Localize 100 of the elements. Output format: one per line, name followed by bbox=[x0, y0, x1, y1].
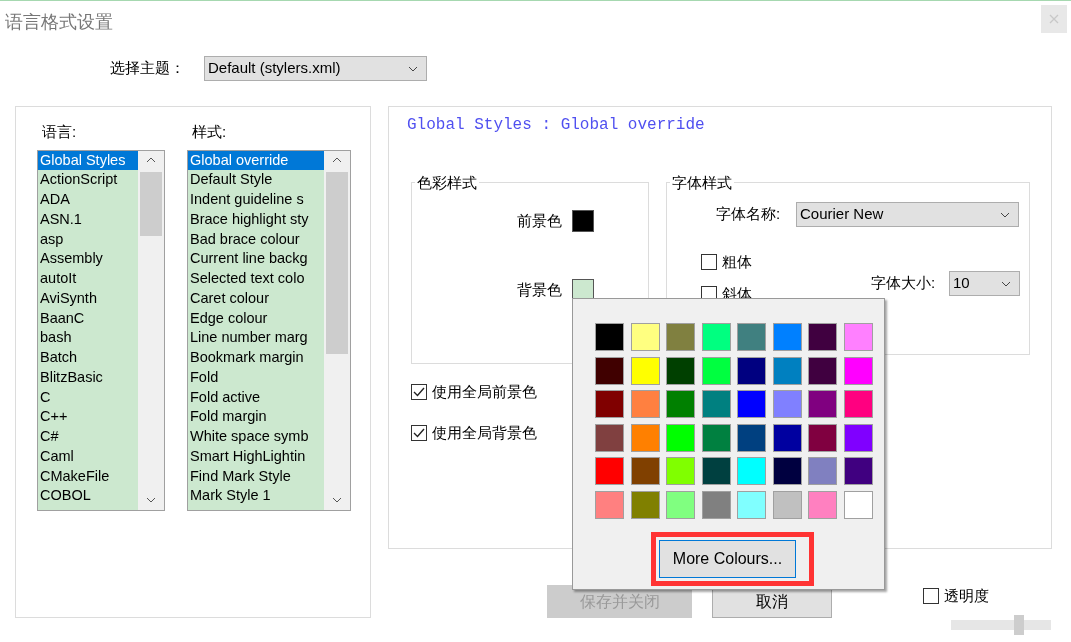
colour-swatch[interactable] bbox=[737, 490, 766, 519]
list-item[interactable]: Smart HighLightin bbox=[188, 446, 324, 467]
colour-swatch[interactable] bbox=[772, 490, 802, 519]
colour-swatch[interactable] bbox=[843, 390, 873, 418]
list-item[interactable]: Indent guideline s bbox=[188, 190, 324, 210]
colour-swatch[interactable] bbox=[737, 356, 766, 385]
colour-swatch[interactable] bbox=[595, 490, 624, 519]
colour-swatch[interactable] bbox=[630, 423, 660, 452]
colour-swatch[interactable] bbox=[630, 490, 660, 519]
list-item[interactable]: C++ bbox=[38, 407, 138, 427]
colour-swatch[interactable] bbox=[808, 356, 837, 385]
colour-swatch[interactable] bbox=[701, 457, 731, 485]
colour-swatch[interactable] bbox=[808, 390, 837, 418]
colour-swatch[interactable] bbox=[843, 323, 873, 351]
colour-swatch[interactable] bbox=[630, 457, 660, 485]
colour-swatch[interactable] bbox=[772, 356, 802, 385]
colour-swatch[interactable] bbox=[666, 390, 695, 418]
list-item[interactable]: Fold active bbox=[188, 387, 324, 408]
colour-swatch[interactable] bbox=[737, 423, 766, 452]
colour-swatch[interactable] bbox=[630, 390, 660, 418]
chevron-up-icon[interactable] bbox=[146, 156, 156, 163]
list-item[interactable]: Edge colour bbox=[188, 308, 324, 329]
colour-swatch[interactable] bbox=[595, 423, 624, 452]
colour-swatch[interactable] bbox=[666, 457, 695, 485]
checkbox[interactable] bbox=[411, 424, 427, 441]
list-item[interactable]: Bad brace colour bbox=[188, 229, 324, 250]
colour-swatch[interactable] bbox=[843, 457, 873, 485]
list-item[interactable]: Global override bbox=[188, 150, 324, 171]
list-item[interactable]: C# bbox=[38, 427, 138, 447]
scrollbar-thumb[interactable] bbox=[326, 171, 348, 354]
chevron-up-icon[interactable] bbox=[332, 156, 342, 163]
colour-swatch[interactable] bbox=[808, 423, 837, 452]
list-item[interactable]: bash bbox=[38, 328, 138, 348]
colour-swatch[interactable] bbox=[595, 457, 624, 485]
colour-swatch[interactable] bbox=[666, 490, 695, 519]
list-item[interactable]: Default Style bbox=[188, 170, 324, 190]
list-item[interactable]: Line number marg bbox=[188, 328, 324, 348]
colour-swatch[interactable] bbox=[701, 323, 731, 351]
colour-swatch[interactable] bbox=[630, 356, 660, 385]
list-item[interactable]: Find Mark Style bbox=[188, 466, 324, 487]
colour-swatch[interactable] bbox=[843, 356, 873, 385]
list-item[interactable]: Bookmark margin bbox=[188, 348, 324, 368]
list-item[interactable]: asp bbox=[38, 229, 138, 250]
font-size-dropdown[interactable]: 10 bbox=[949, 271, 1020, 296]
list-item[interactable]: Assembly bbox=[38, 249, 138, 269]
colour-swatch[interactable] bbox=[666, 423, 695, 452]
chevron-down-icon[interactable] bbox=[146, 496, 156, 503]
list-item[interactable]: ASN.1 bbox=[38, 209, 138, 230]
slider-thumb[interactable] bbox=[1014, 614, 1024, 635]
colour-swatch[interactable] bbox=[595, 323, 624, 351]
style-list[interactable] bbox=[187, 149, 351, 511]
checkbox[interactable] bbox=[923, 588, 939, 605]
colour-swatch[interactable] bbox=[843, 423, 873, 452]
list-item[interactable]: Batch bbox=[38, 348, 138, 368]
list-item[interactable]: Fold margin bbox=[188, 407, 324, 427]
font-name-dropdown[interactable]: Courier New bbox=[796, 202, 1019, 227]
colour-swatch[interactable] bbox=[772, 323, 802, 351]
list-item[interactable]: CMakeFile bbox=[38, 466, 138, 487]
list-item[interactable]: COBOL bbox=[38, 486, 138, 506]
chevron-down-icon[interactable] bbox=[332, 496, 342, 503]
list-item[interactable]: Global Styles bbox=[38, 150, 138, 171]
colour-swatch[interactable] bbox=[701, 490, 731, 519]
foreground-colour-swatch[interactable] bbox=[572, 210, 594, 233]
colour-swatch[interactable] bbox=[630, 323, 660, 351]
list-item[interactable]: ActionScript bbox=[38, 170, 138, 190]
language-list[interactable]: Global Styles ActionScript ADA ASN.1 asp Assembly autoIt AviSynth BaanC bash Batch BlitzBasic C C++ C# Caml CMakeFile COBOL bbox=[37, 149, 165, 511]
colour-swatch[interactable] bbox=[808, 490, 837, 519]
colour-swatch[interactable] bbox=[772, 423, 802, 452]
colour-swatch[interactable] bbox=[701, 423, 731, 452]
checkbox[interactable] bbox=[411, 384, 427, 401]
list-item[interactable]: ADA bbox=[38, 190, 138, 210]
list-item[interactable]: C bbox=[38, 387, 138, 408]
scrollbar-thumb[interactable] bbox=[140, 171, 162, 236]
colour-swatch[interactable] bbox=[701, 356, 731, 385]
colour-swatch[interactable] bbox=[666, 323, 695, 351]
list-item[interactable]: AviSynth bbox=[38, 288, 138, 309]
list-item[interactable]: Caret colour bbox=[188, 288, 324, 309]
list-item[interactable]: Current line backg bbox=[188, 249, 324, 269]
theme-dropdown[interactable]: Default (stylers.xml) bbox=[204, 56, 427, 81]
list-item[interactable]: Caml bbox=[38, 446, 138, 467]
list-item[interactable]: White space symb bbox=[188, 427, 324, 447]
colour-swatch[interactable] bbox=[843, 490, 873, 519]
more-colours-button[interactable]: More Colours... bbox=[659, 539, 796, 578]
background-colour-swatch[interactable] bbox=[572, 278, 594, 301]
colour-swatch[interactable] bbox=[701, 390, 731, 418]
checkbox[interactable] bbox=[701, 254, 717, 271]
colour-swatch[interactable] bbox=[772, 457, 802, 485]
colour-swatch[interactable] bbox=[808, 457, 837, 485]
list-item[interactable]: Fold bbox=[188, 367, 324, 388]
list-item[interactable]: Brace highlight sty bbox=[188, 209, 324, 230]
colour-swatch[interactable] bbox=[772, 390, 802, 418]
list-item[interactable]: BaanC bbox=[38, 308, 138, 329]
list-item[interactable]: Mark Style 1 bbox=[188, 486, 324, 506]
list-item[interactable]: Selected text colo bbox=[188, 269, 324, 289]
colour-swatch[interactable] bbox=[737, 390, 766, 418]
colour-swatch[interactable] bbox=[737, 457, 766, 485]
colour-swatch[interactable] bbox=[737, 323, 766, 351]
colour-swatch[interactable] bbox=[666, 356, 695, 385]
list-item[interactable]: autoIt bbox=[38, 269, 138, 289]
colour-swatch[interactable] bbox=[808, 323, 837, 351]
